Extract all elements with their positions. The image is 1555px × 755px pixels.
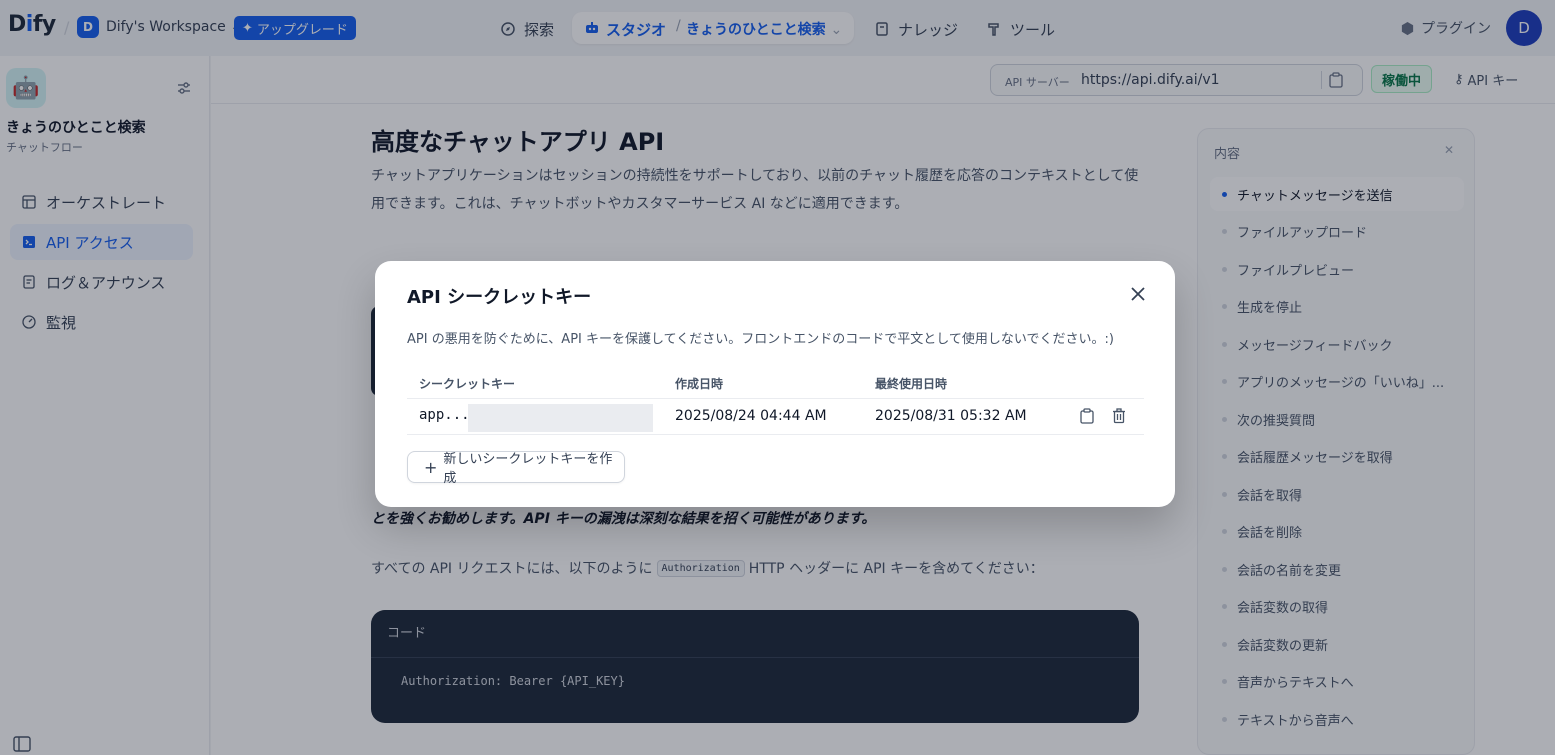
secret-key-prefix: app... (419, 407, 470, 423)
column-header-secret-key: シークレットキー (419, 377, 516, 391)
created-date: 2025/08/24 04:44 AM (675, 408, 827, 424)
close-icon[interactable] (1129, 285, 1147, 303)
column-header-created: 作成日時 (675, 377, 724, 391)
trash-icon[interactable] (1112, 408, 1126, 424)
secret-key-mask (468, 404, 653, 432)
modal-description: API の悪用を防ぐために、API キーを保護してください。フロントエンドのコー… (407, 332, 1114, 347)
plus-icon: + (424, 457, 438, 477)
copy-icon[interactable] (1080, 408, 1094, 424)
modal-title: API シークレットキー (407, 287, 592, 308)
table-row: app... 2025/08/24 04:44 AM 2025/08/31 05… (407, 399, 1144, 435)
table-header: シークレットキー 作成日時 最終使用日時 (407, 365, 1144, 399)
create-secret-key-button[interactable]: + 新しいシークレットキーを作成 (407, 451, 625, 486)
last-used-date: 2025/08/31 05:32 AM (875, 408, 1027, 424)
create-secret-key-label: 新しいシークレットキーを作成 (443, 452, 613, 486)
api-secret-key-modal: API シークレットキー API の悪用を防ぐために、API キーを保護してくだ… (375, 261, 1175, 507)
column-header-last-used: 最終使用日時 (875, 377, 948, 391)
